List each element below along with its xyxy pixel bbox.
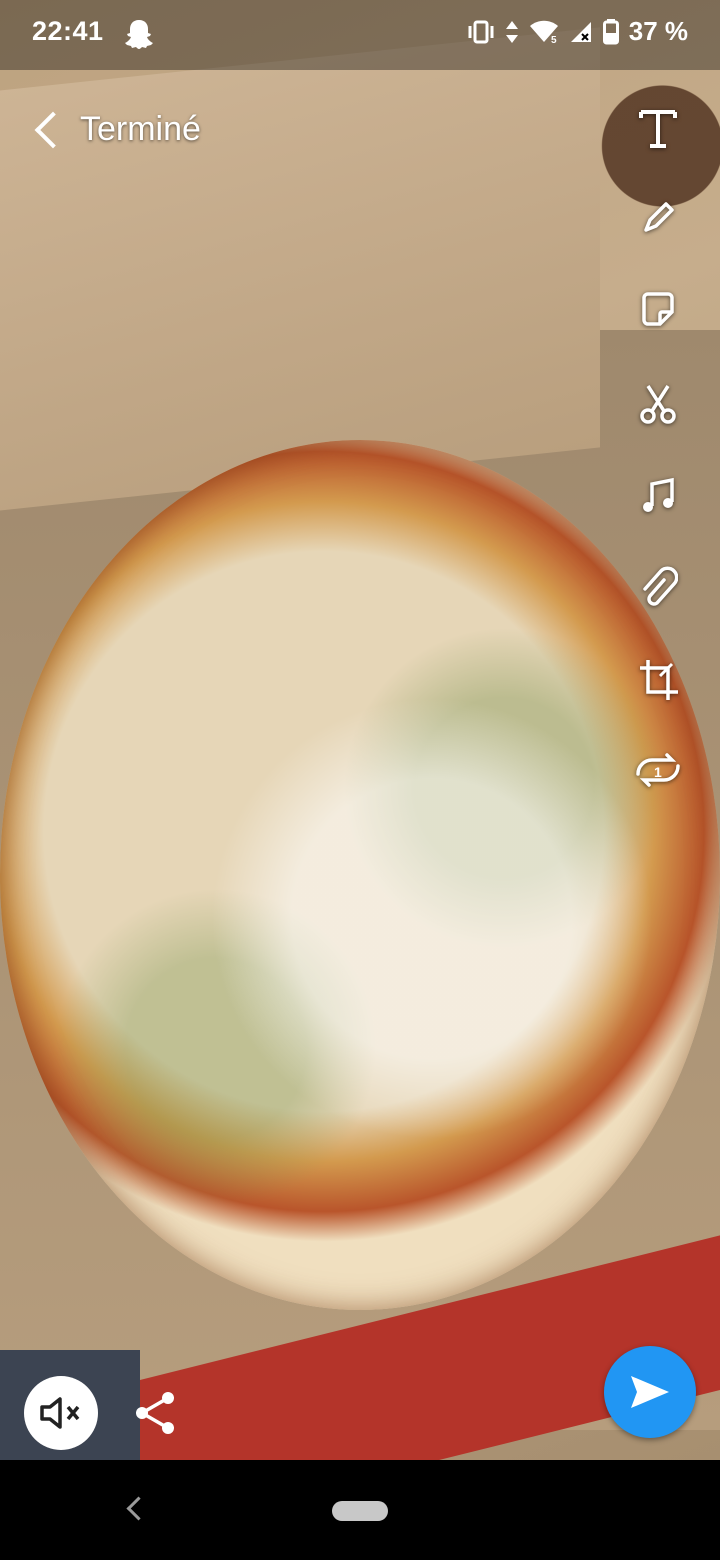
wifi-icon: 5 [529, 20, 558, 44]
status-time: 22:41 [32, 16, 104, 46]
done-button[interactable]: Terminé [34, 110, 201, 149]
data-arrows-icon [505, 20, 518, 43]
status-icons: 5 37 % [467, 16, 688, 47]
paperclip-tool-icon[interactable] [636, 566, 680, 610]
music-tool-icon[interactable] [636, 474, 680, 518]
battery-icon [602, 18, 619, 44]
share-icon [136, 1392, 174, 1434]
mute-button[interactable] [24, 1376, 98, 1450]
status-bar: 22:41 5 37 % [0, 0, 720, 70]
snapchat-ghost-icon [125, 20, 153, 49]
scissors-tool-icon[interactable] [636, 382, 680, 426]
battery-percent: 37 % [628, 16, 688, 46]
loop-tool-icon[interactable]: 1 [628, 748, 688, 792]
snap-photo-preview [0, 0, 720, 1460]
sound-off-icon [40, 1397, 80, 1429]
vibrate-icon [468, 20, 494, 43]
nav-home-pill[interactable] [332, 1501, 388, 1521]
done-label: Terminé [80, 110, 201, 148]
share-button[interactable] [130, 1388, 180, 1438]
pizza-image [0, 440, 720, 1310]
pencil-tool-icon[interactable] [636, 196, 680, 240]
send-button[interactable] [604, 1346, 696, 1438]
loop-badge: 1 [654, 764, 662, 780]
chevron-left-icon [34, 111, 72, 148]
text-tool-icon[interactable] [636, 106, 680, 150]
svg-text:5: 5 [551, 35, 557, 44]
crop-tool-icon[interactable] [636, 658, 680, 702]
signal-icon [570, 21, 591, 42]
send-arrow-icon [631, 1376, 669, 1408]
sticker-tool-icon[interactable] [636, 288, 680, 332]
pizza-box-lid [0, 27, 600, 513]
